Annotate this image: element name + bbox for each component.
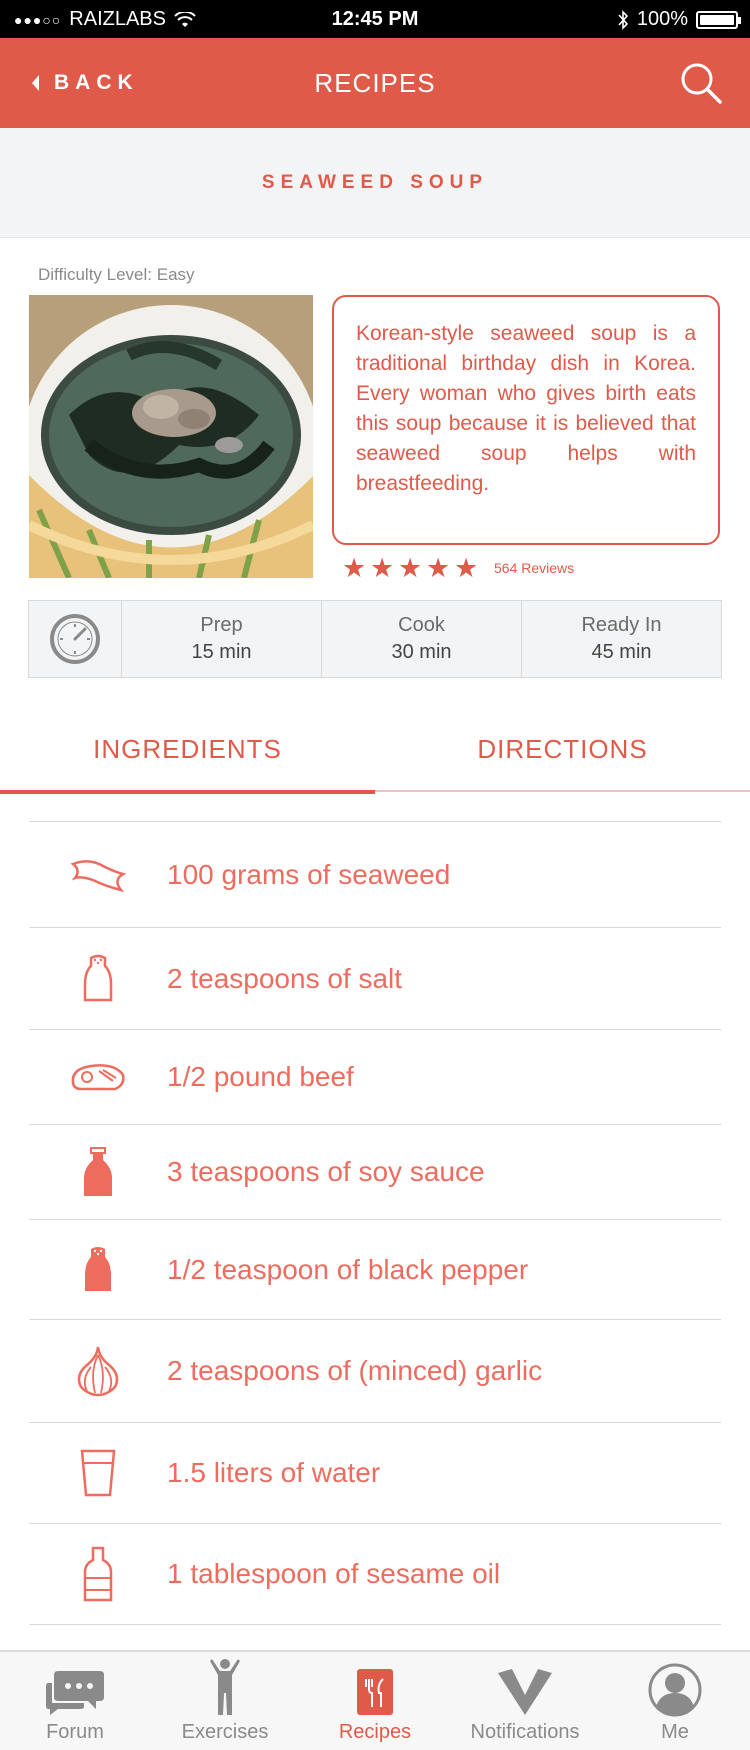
time-summary: Prep 15 min Cook 30 min Ready In 45 min — [28, 600, 722, 678]
bottom-tab-bar: Forum Exercises Recipes Notifications Me — [0, 1650, 750, 1750]
battery-icon — [696, 10, 741, 29]
recipe-photo — [29, 295, 313, 578]
search-icon[interactable] — [678, 60, 724, 106]
tabbar-notifications-label: Notifications — [470, 1721, 580, 1743]
ingredients-list: 100 grams of seaweed 2 teaspoons of salt… — [29, 821, 721, 1625]
recipe-tabs: INGREDIENTS DIRECTIONS — [0, 700, 750, 794]
prep-value: 15 min — [191, 641, 252, 663]
bluetooth-icon — [618, 9, 628, 30]
status-bar: ●●●○○ RAIZLABS 12:45 PM 100% — [0, 0, 750, 38]
list-item: 1 tablespoon of sesame oil — [29, 1524, 721, 1625]
navigation-bar: BACK RECIPES — [0, 38, 750, 128]
timer-icon — [50, 614, 100, 664]
ready-label: Ready In — [581, 614, 662, 636]
tabbar-notifications[interactable]: Notifications — [450, 1652, 600, 1750]
pepper-shaker-icon — [85, 1246, 111, 1291]
list-item: 1/2 pound beef — [29, 1030, 721, 1125]
timer-cell — [29, 601, 121, 677]
page-title: RECIPES — [314, 68, 436, 98]
difficulty-level: Difficulty Level: Easy — [38, 265, 195, 284]
person-stretching-icon — [210, 1659, 240, 1715]
chat-bubbles-icon — [46, 1671, 104, 1715]
tabbar-recipes-label: Recipes — [338, 1721, 412, 1743]
heart-check-icon — [498, 1669, 552, 1715]
salt-shaker-icon — [83, 954, 113, 1001]
water-glass-icon — [80, 1449, 116, 1497]
ingredient-text: 2 teaspoons of (minced) garlic — [167, 1355, 543, 1386]
list-item: 100 grams of seaweed — [29, 822, 721, 928]
profile-avatar-icon — [648, 1663, 702, 1717]
tabbar-forum[interactable]: Forum — [0, 1652, 150, 1750]
tab-directions[interactable]: DIRECTIONS — [375, 700, 750, 792]
reviews-count[interactable]: 564 Reviews — [494, 560, 574, 576]
star-icon: ★ — [370, 553, 395, 583]
list-item: 3 teaspoons of soy sauce — [29, 1125, 721, 1220]
tabbar-exercises[interactable]: Exercises — [150, 1652, 300, 1750]
list-item: 1.5 liters of water — [29, 1423, 721, 1524]
prep-label: Prep — [200, 614, 243, 636]
ingredient-text: 100 grams of seaweed — [167, 858, 451, 890]
tabbar-recipes[interactable]: Recipes — [300, 1652, 450, 1750]
ready-time: Ready In 45 min — [521, 601, 721, 677]
list-item: 1/2 teaspoon of black pepper — [29, 1220, 721, 1320]
ingredient-text: 3 teaspoons of soy sauce — [167, 1156, 485, 1187]
soy-sauce-bottle-icon — [84, 1147, 112, 1196]
ingredient-text: 1/2 teaspoon of black pepper — [167, 1253, 529, 1285]
tabbar-me[interactable]: Me — [600, 1652, 750, 1750]
tabbar-exercises-label: Exercises — [181, 1721, 269, 1743]
status-right: 100% — [617, 8, 741, 31]
steak-icon — [71, 1064, 125, 1091]
cook-value: 30 min — [391, 641, 452, 663]
ingredient-text: 1.5 liters of water — [167, 1457, 381, 1488]
oil-bottle-icon — [83, 1546, 113, 1602]
recipe-book-icon — [357, 1669, 393, 1715]
star-icon: ★ — [398, 553, 423, 583]
ingredient-text: 1/2 pound beef — [167, 1061, 354, 1092]
garlic-icon — [77, 1346, 119, 1397]
star-icon: ★ — [426, 553, 451, 583]
ingredient-text: 1 tablespoon of sesame oil — [167, 1558, 501, 1589]
recipe-description: Korean-style seaweed soup is a tradition… — [332, 295, 720, 545]
recipe-title: SEAWEED SOUP — [261, 172, 489, 193]
star-icon: ★ — [342, 553, 367, 583]
battery-percent: 100% — [636, 8, 688, 30]
cook-label: Cook — [398, 614, 445, 636]
prep-time: Prep 15 min — [121, 601, 321, 677]
ingredient-text: 2 teaspoons of salt — [167, 962, 403, 994]
seaweed-icon — [70, 859, 127, 892]
cook-time: Cook 30 min — [321, 601, 521, 677]
list-item: 2 teaspoons of (minced) garlic — [29, 1320, 721, 1423]
rating[interactable]: ★ ★ ★ ★ ★ 564 Reviews — [342, 554, 574, 582]
star-icon: ★ — [454, 553, 479, 583]
ready-value: 45 min — [591, 641, 652, 663]
list-item: 2 teaspoons of salt — [29, 928, 721, 1030]
tab-ingredients[interactable]: INGREDIENTS — [0, 700, 375, 794]
tabbar-forum-label: Forum — [46, 1721, 104, 1743]
tabbar-me-label: Me — [661, 1721, 689, 1743]
recipe-title-band: SEAWEED SOUP — [0, 128, 750, 238]
